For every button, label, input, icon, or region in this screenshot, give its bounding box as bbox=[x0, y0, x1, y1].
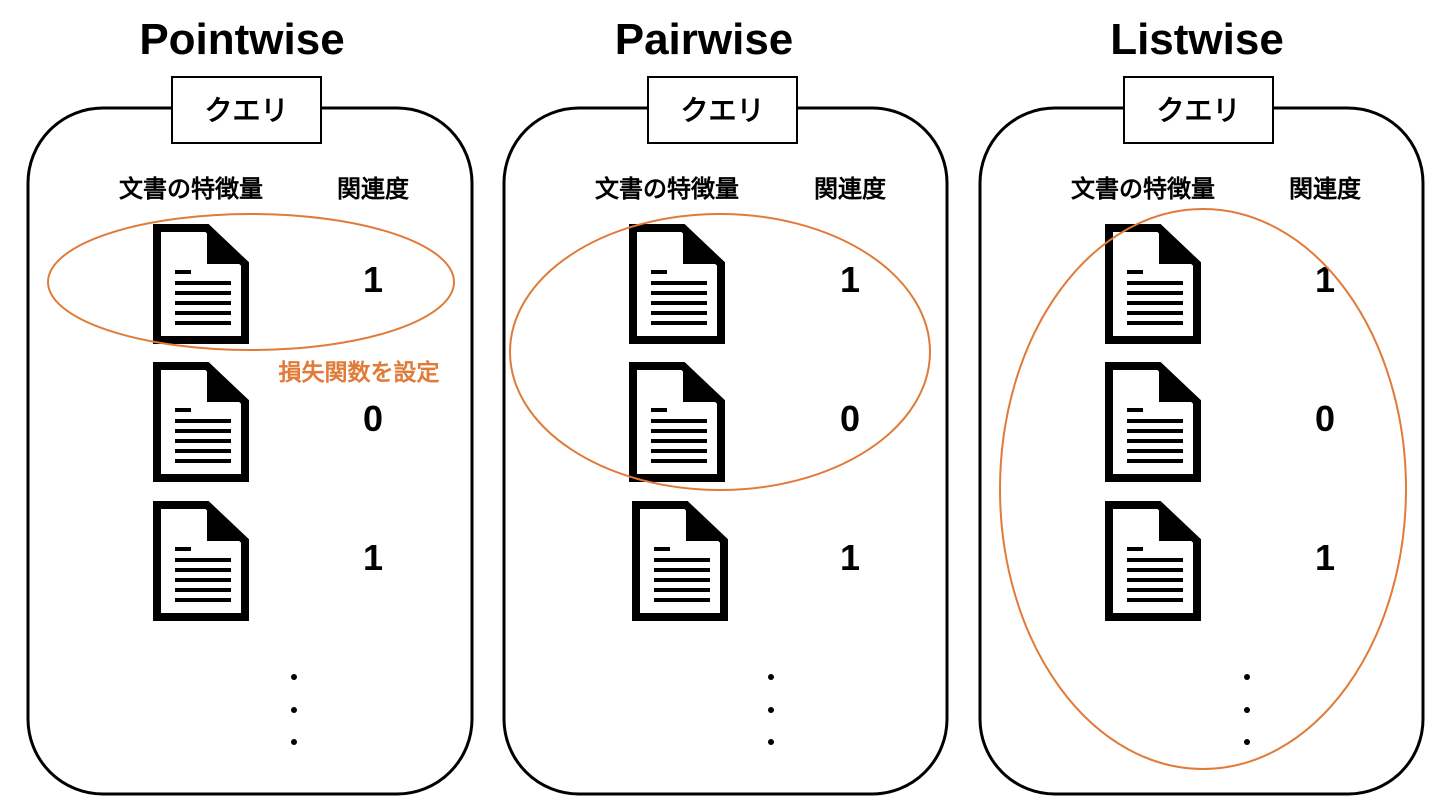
relevance-score: 1 bbox=[363, 259, 383, 300]
feature-header: 文書の特徴量 bbox=[595, 175, 739, 203]
panel-frame bbox=[978, 106, 1425, 796]
relevance-score: 1 bbox=[363, 537, 383, 578]
loss-function-annotation: 損失関数を設定 bbox=[279, 359, 440, 386]
panel-title: Pairwise bbox=[615, 15, 794, 64]
ranking-approaches-diagram: Pointwise クエリ 文書の特徴量 関連度 1 0 1 損失関数を設定 P… bbox=[26, 15, 1425, 796]
feature-header: 文書の特徴量 bbox=[119, 175, 263, 203]
panel-pointwise: Pointwise クエリ 文書の特徴量 関連度 1 0 1 損失関数を設定 bbox=[26, 15, 474, 796]
query-label: クエリ bbox=[680, 94, 764, 127]
relevance-score: 0 bbox=[1315, 398, 1335, 439]
panel-frame bbox=[502, 106, 949, 796]
panel-title: Listwise bbox=[1110, 15, 1284, 64]
feature-header: 文書の特徴量 bbox=[1071, 175, 1215, 203]
query-box: クエリ bbox=[171, 76, 322, 144]
query-box: クエリ bbox=[647, 76, 798, 144]
relevance-score: 0 bbox=[840, 398, 860, 439]
relevance-score: 0 bbox=[363, 398, 383, 439]
relevance-score: 1 bbox=[840, 259, 860, 300]
panel-title: Pointwise bbox=[139, 15, 344, 64]
relevance-score: 1 bbox=[1315, 537, 1335, 578]
relevance-header: 関連度 bbox=[814, 175, 887, 203]
query-label: クエリ bbox=[204, 94, 288, 127]
relevance-header: 関連度 bbox=[1289, 175, 1362, 203]
panel-pairwise: Pairwise クエリ 文書の特徴量 関連度 1 0 1 bbox=[502, 15, 949, 796]
panel-listwise: Listwise クエリ 文書の特徴量 関連度 1 0 1 bbox=[978, 15, 1425, 796]
panel-frame bbox=[26, 106, 474, 796]
relevance-score: 1 bbox=[840, 537, 860, 578]
query-box: クエリ bbox=[1123, 76, 1274, 144]
relevance-header: 関連度 bbox=[337, 175, 410, 203]
query-label: クエリ bbox=[1156, 94, 1240, 127]
